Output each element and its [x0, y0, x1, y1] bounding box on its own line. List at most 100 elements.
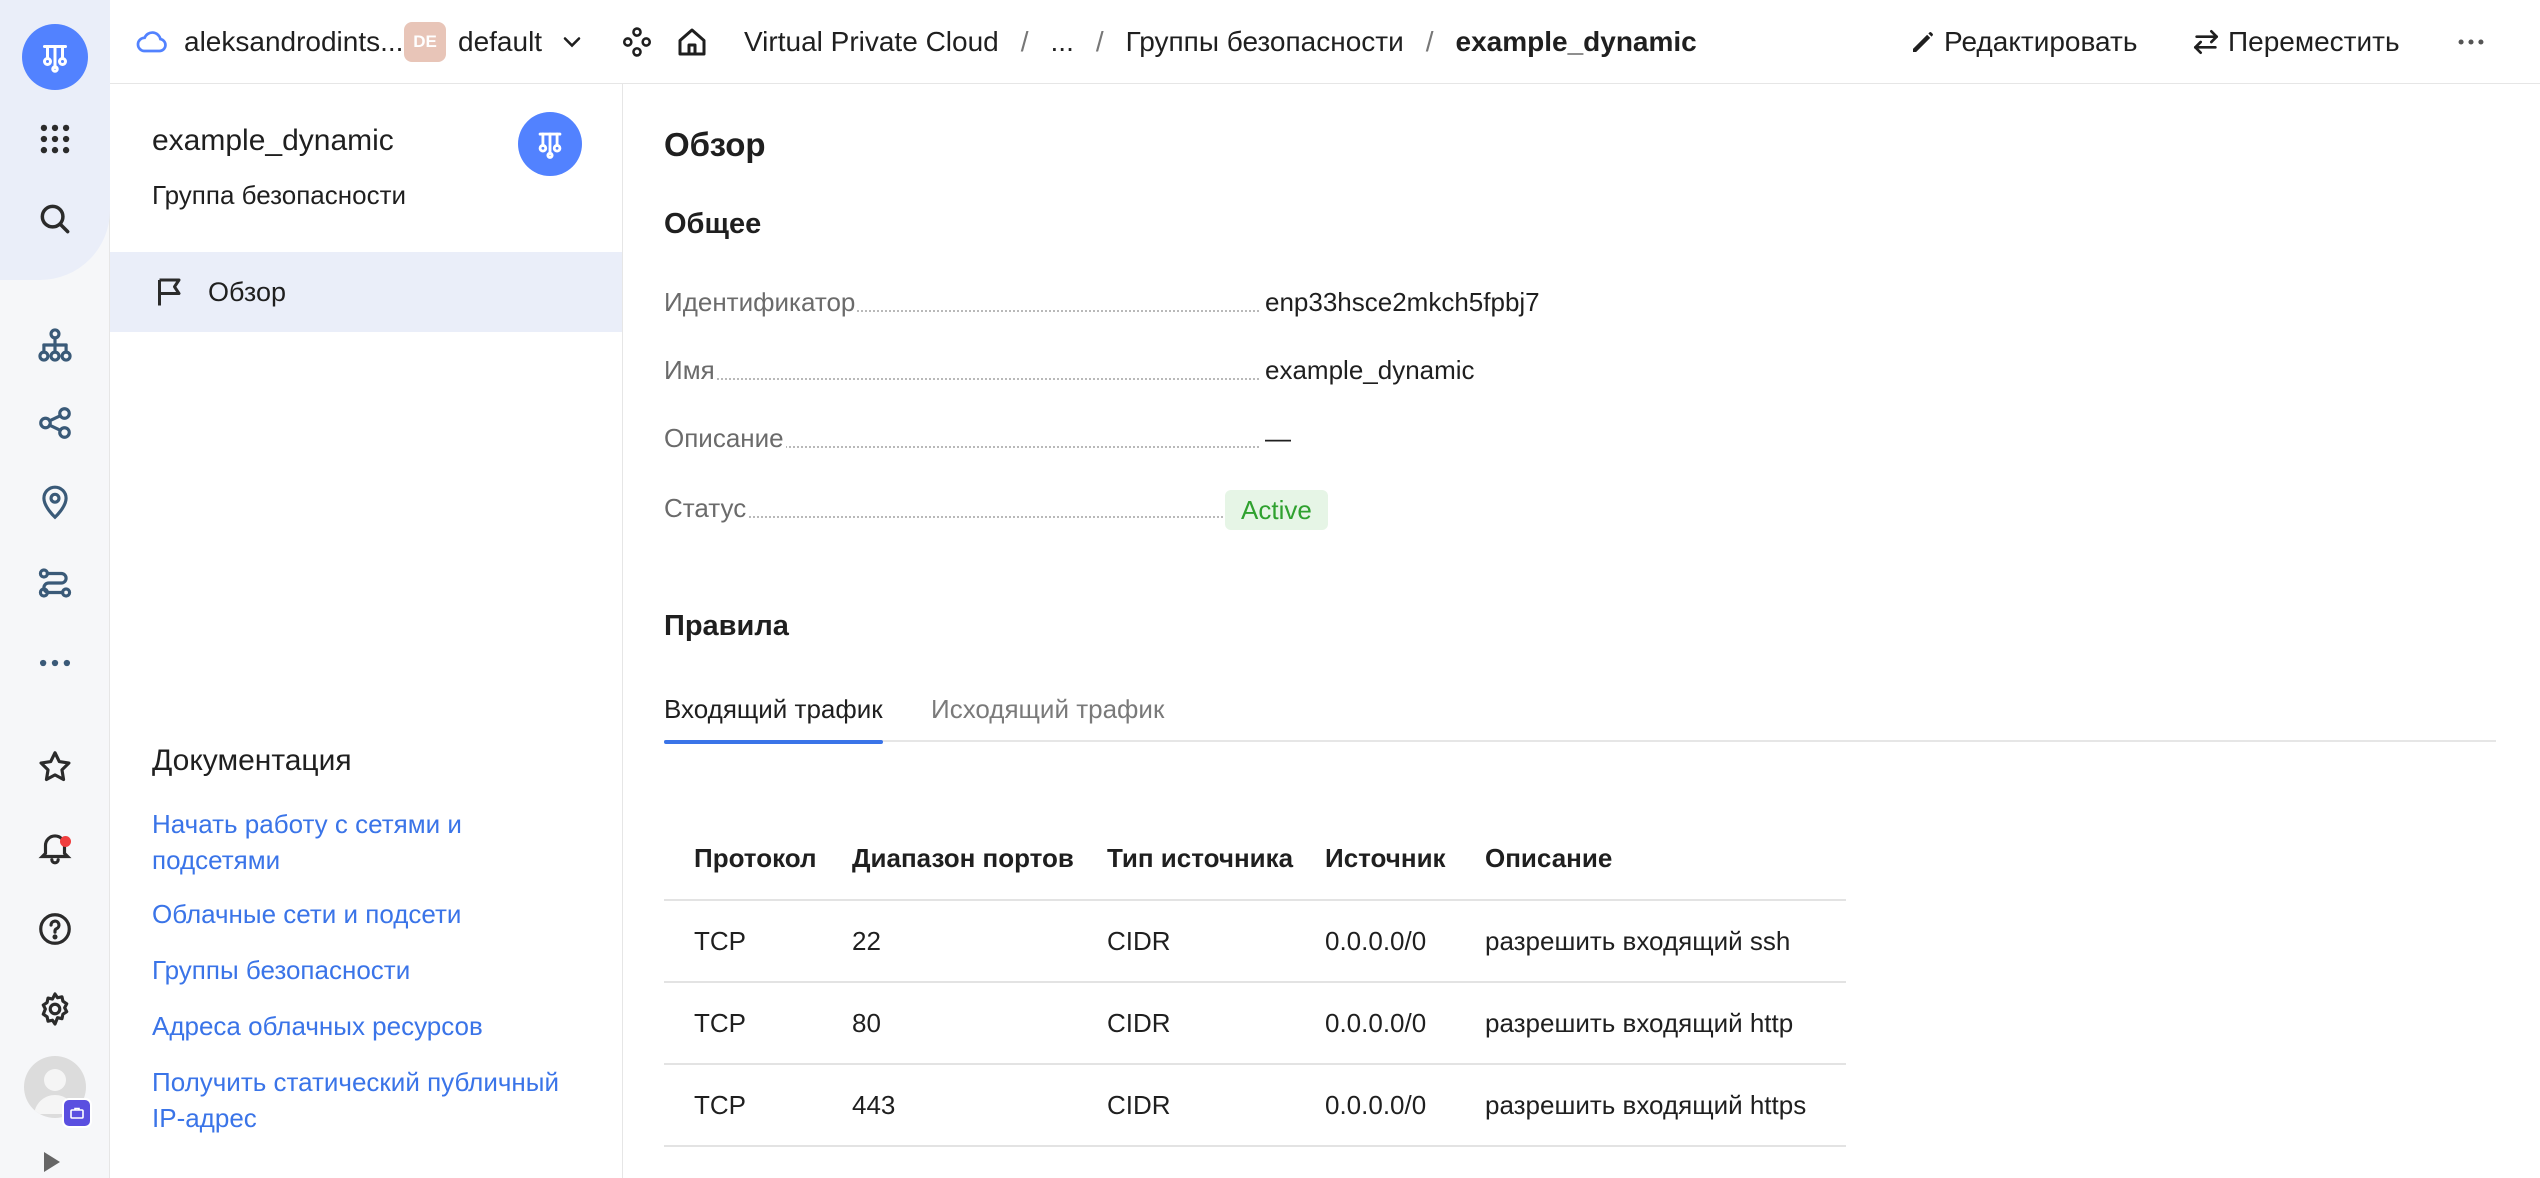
chevron-down-icon[interactable] — [558, 28, 586, 56]
services-icon[interactable] — [620, 0, 654, 84]
table-cell: разрешить входящий https — [1455, 1064, 1846, 1147]
prop-row-status: Статус — [664, 490, 1564, 530]
tab-inbound[interactable]: Входящий трафик — [664, 694, 883, 744]
doc-link[interactable]: Начать работу с сетями и подсетями — [152, 806, 592, 878]
breadcrumb-service[interactable]: Virtual Private Cloud — [744, 26, 999, 58]
table-cell: 0.0.0.0/0 — [1295, 1064, 1455, 1147]
location-pin-icon[interactable] — [22, 470, 88, 536]
table-cell: 0.0.0.0/0 — [1295, 982, 1455, 1065]
resource-type: Группа безопасности — [152, 180, 406, 210]
route-icon[interactable] — [22, 550, 88, 616]
pencil-icon — [1913, 32, 1933, 52]
prop-value-description: — — [1265, 423, 1291, 453]
page-title: Обзор — [664, 126, 766, 163]
prop-label: Имя — [664, 355, 717, 386]
doc-link[interactable]: Группы безопасности — [152, 952, 592, 988]
table-row[interactable]: TCP 443 CIDR 0.0.0.0/0 разрешить входящи… — [664, 1064, 1846, 1147]
nav-item-overview[interactable]: Обзор — [110, 252, 622, 332]
cloud-name[interactable]: aleksandrodints... — [184, 26, 403, 58]
docs-title: Документация — [152, 744, 352, 777]
gear-icon[interactable] — [22, 976, 88, 1042]
top-bar: aleksandrodints... DE default Virtual Pr… — [110, 0, 2540, 84]
table-row[interactable]: TCP 80 CIDR 0.0.0.0/0 разрешить входящий… — [664, 982, 1846, 1065]
table-cell: разрешить входящий ssh — [1455, 900, 1846, 983]
main-content: Обзор Общее Идентификатор enp33hsce2mkch… — [624, 84, 2540, 1178]
more-actions-icon[interactable] — [2454, 0, 2488, 84]
briefcase-icon — [62, 1098, 92, 1128]
tab-outbound[interactable]: Исходящий трафик — [931, 694, 1164, 742]
vpc-logo-icon[interactable] — [22, 24, 88, 90]
table-cell: разрешить входящий http — [1455, 982, 1846, 1065]
apps-grid-icon[interactable] — [22, 106, 88, 172]
traffic-tabs: Входящий трафик Исходящий трафик — [664, 694, 2496, 744]
folder-name[interactable]: default — [458, 26, 542, 58]
column-header: Протокол — [664, 818, 822, 901]
folder-badge: DE — [404, 22, 446, 62]
swap-arrows-icon — [2194, 30, 2218, 54]
breadcrumb-section[interactable]: Группы безопасности — [1126, 26, 1404, 58]
resource-title: example_dynamic — [152, 124, 394, 157]
table-cell: 0.0.0.0/0 — [1295, 900, 1455, 983]
flag-icon — [158, 278, 181, 306]
leader-dots — [664, 516, 1259, 518]
cloud-icon[interactable] — [134, 0, 170, 84]
table-cell: CIDR — [1077, 900, 1295, 983]
edit-label[interactable]: Редактировать — [1944, 26, 2137, 58]
table-row[interactable]: TCP 22 CIDR 0.0.0.0/0 разрешить входящий… — [664, 900, 1846, 983]
help-icon[interactable] — [22, 896, 88, 962]
cloud-selector[interactable]: aleksandrodints... — [184, 0, 403, 84]
breadcrumb-separator: / — [1425, 26, 1434, 57]
column-header: Описание — [1455, 818, 1846, 901]
table-cell: 80 — [822, 982, 1077, 1065]
bell-icon[interactable] — [22, 814, 88, 880]
prop-label: Статус — [664, 493, 749, 524]
section-title-rules: Правила — [664, 610, 789, 642]
breadcrumb-separator: / — [1020, 26, 1029, 57]
notification-dot — [60, 836, 71, 847]
search-icon[interactable] — [22, 186, 88, 252]
table-cell: 22 — [822, 900, 1077, 983]
move-label[interactable]: Переместить — [2228, 26, 2400, 58]
move-button[interactable]: Переместить — [2190, 0, 2400, 84]
table-cell: TCP — [664, 982, 822, 1065]
edit-button[interactable]: Редактировать — [1908, 0, 2137, 84]
home-icon[interactable] — [674, 0, 710, 84]
prop-row-name: Имя example_dynamic — [664, 352, 1564, 392]
breadcrumb: Virtual Private Cloud / ... / Группы без… — [744, 0, 1697, 84]
section-title-general: Общее — [664, 208, 762, 240]
vpc-service-icon — [518, 112, 582, 176]
column-header: Диапазон портов — [822, 818, 1077, 901]
breadcrumb-ellipsis[interactable]: ... — [1051, 26, 1074, 58]
left-rail — [0, 0, 110, 1178]
prop-value-id[interactable]: enp33hsce2mkch5fpbj7 — [1265, 287, 1540, 318]
expand-icon[interactable] — [44, 1152, 60, 1172]
network-icon[interactable] — [22, 312, 88, 378]
prop-label: Идентификатор — [664, 287, 858, 318]
prop-label: Описание — [664, 423, 786, 454]
prop-row-id: Идентификатор enp33hsce2mkch5fpbj7 — [664, 284, 1564, 324]
share-nodes-icon[interactable] — [22, 390, 88, 456]
status-badge: Active — [1225, 490, 1328, 530]
column-header: Источник — [1295, 818, 1455, 901]
column-header: Тип источника — [1077, 818, 1295, 901]
rules-table: Протокол Диапазон портов Тип источника И… — [664, 818, 1846, 1147]
star-icon[interactable] — [22, 734, 88, 800]
resource-panel: example_dynamic Группа безопасности Обзо… — [110, 84, 623, 1178]
table-cell: CIDR — [1077, 982, 1295, 1065]
doc-link[interactable]: Получить статический публичный IP-адрес — [152, 1064, 592, 1136]
table-cell: TCP — [664, 900, 822, 983]
leader-dots — [664, 378, 1259, 380]
doc-link[interactable]: Адреса облачных ресурсов — [152, 1008, 592, 1044]
table-cell: 443 — [822, 1064, 1077, 1147]
table-cell: CIDR — [1077, 1064, 1295, 1147]
prop-row-description: Описание — — [664, 420, 1564, 460]
nav-item-label[interactable]: Обзор — [208, 277, 286, 308]
breadcrumb-separator: / — [1095, 26, 1104, 57]
prop-value-name: example_dynamic — [1265, 355, 1475, 385]
doc-link[interactable]: Облачные сети и подсети — [152, 896, 592, 932]
more-dots-icon[interactable] — [22, 630, 88, 696]
breadcrumb-current: example_dynamic — [1455, 26, 1697, 57]
table-header-row: Протокол Диапазон портов Тип источника И… — [664, 818, 1846, 901]
folder-selector[interactable]: DE default — [404, 0, 586, 84]
table-cell: TCP — [664, 1064, 822, 1147]
